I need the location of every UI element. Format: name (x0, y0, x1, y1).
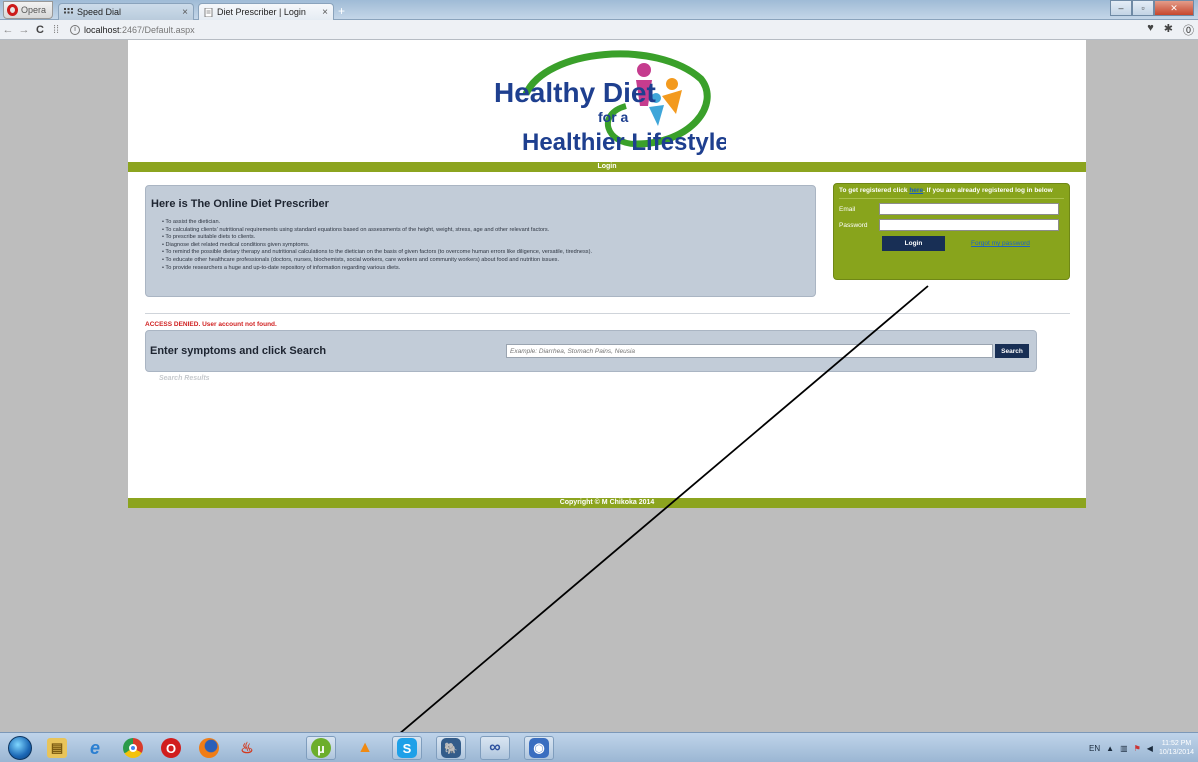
start-icon[interactable] (8, 736, 32, 760)
infinity-icon[interactable]: ∞ (480, 736, 510, 760)
flag-icon[interactable]: ⚑ (1134, 744, 1141, 753)
clock-date: 10/13/2014 (1158, 749, 1194, 756)
tray-chevron-icon[interactable]: ▲ (1106, 744, 1114, 753)
clock-time: 11:52 PM (1161, 740, 1192, 747)
system-tray: EN ▲ ▥ ⚑ ◀ 11:52 PM 10/13/2014 (1089, 733, 1194, 762)
volume-icon[interactable]: ◀ (1147, 744, 1153, 753)
opera-icon[interactable]: O (156, 736, 186, 760)
java-icon[interactable]: ♨ (232, 736, 262, 760)
ie-icon[interactable]: e (80, 736, 110, 760)
annotation-line (365, 285, 929, 762)
utorrent-icon[interactable]: µ (306, 736, 336, 760)
vlc-icon[interactable]: ▲ (350, 736, 380, 760)
windows-taskbar: ▤ e O ♨ µ ▲ S 🐘 ∞ ◉ EN ▲ ▥ ⚑ ◀ 11:52 PM … (0, 732, 1198, 762)
folder-icon[interactable]: ▤ (42, 736, 72, 760)
chrome-icon[interactable] (118, 736, 148, 760)
skype-icon[interactable]: S (392, 736, 422, 760)
firefox-icon[interactable] (194, 736, 224, 760)
language-indicator[interactable]: EN (1089, 744, 1100, 753)
media-icon[interactable]: ◉ (524, 736, 554, 760)
network-icon[interactable]: ▥ (1120, 744, 1128, 753)
clock[interactable]: 11:52 PM 10/13/2014 (1159, 739, 1194, 757)
postgres-icon[interactable]: 🐘 (436, 736, 466, 760)
